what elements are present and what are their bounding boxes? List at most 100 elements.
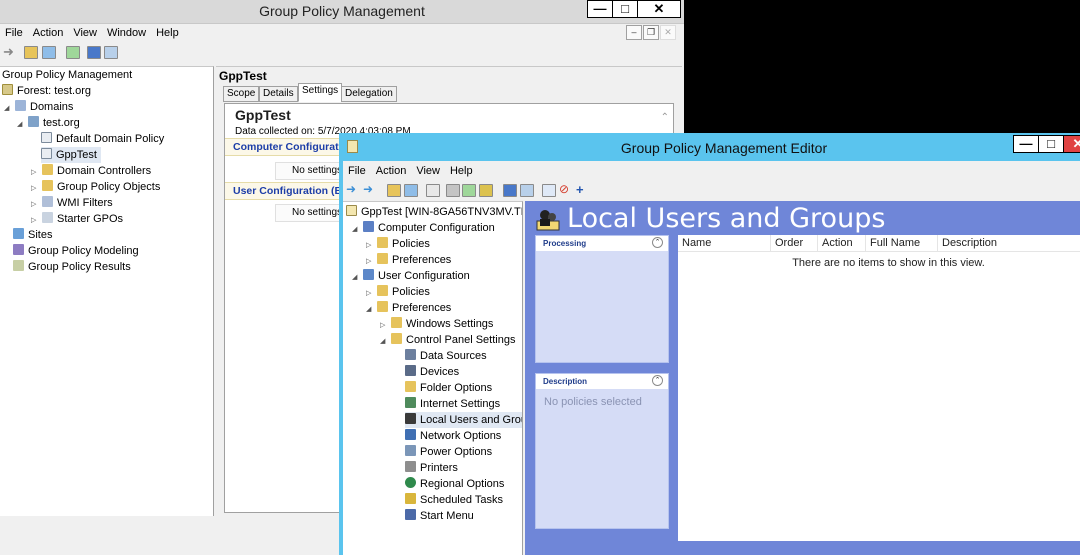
expanded-arrow-icon[interactable]: ◢ xyxy=(4,101,12,117)
print-icon[interactable] xyxy=(446,184,460,197)
tab-delegation[interactable]: Delegation xyxy=(341,86,397,102)
add-icon[interactable]: + xyxy=(576,183,590,197)
menu-help[interactable]: Help xyxy=(151,25,184,39)
refresh-icon[interactable] xyxy=(66,46,80,59)
tree-item-domains[interactable]: ◢ Domains xyxy=(4,99,73,115)
tab-scope[interactable]: Scope xyxy=(223,86,260,102)
close-icon: ✕ xyxy=(1072,136,1080,151)
tree-item-domain[interactable]: ◢ test.org xyxy=(17,115,80,131)
expanded-arrow-icon[interactable]: ◢ xyxy=(352,270,360,286)
back-arrow-icon[interactable]: ➜ xyxy=(346,183,360,197)
tree-item-uc-preferences[interactable]: ◢ Preferences xyxy=(366,300,451,316)
tree-item-user-config[interactable]: ◢ User Configuration xyxy=(352,268,470,284)
menu-action[interactable]: Action xyxy=(371,163,412,177)
tree-item-power-options[interactable]: Power Options xyxy=(405,444,492,460)
tree-item-internet-settings[interactable]: Internet Settings xyxy=(405,396,500,412)
back-arrow-icon[interactable]: ➜ xyxy=(3,45,17,59)
tree-item-computer-config[interactable]: ◢ Computer Configuration xyxy=(352,220,495,236)
editor-minimize-button[interactable]: — xyxy=(1013,135,1039,153)
tree-item-devices[interactable]: Devices xyxy=(405,364,459,380)
properties-icon[interactable] xyxy=(104,46,118,59)
gpm-titlebar[interactable]: Group Policy Management — □ ✕ xyxy=(0,0,684,24)
expanded-arrow-icon[interactable]: ◢ xyxy=(380,334,388,350)
column-order[interactable]: Order xyxy=(771,235,818,252)
tab-settings[interactable]: Settings xyxy=(298,83,343,102)
menu-action[interactable]: Action xyxy=(28,25,69,39)
tree-item-gpptest[interactable]: GppTest xyxy=(41,147,101,163)
tree-label: Group Policy Management xyxy=(2,69,133,81)
tree-item-control-panel[interactable]: ◢ Control Panel Settings xyxy=(380,332,515,348)
minimize-button[interactable]: — xyxy=(587,0,613,18)
tree-item-results[interactable]: Group Policy Results xyxy=(13,259,131,275)
forward-arrow-icon[interactable]: ➜ xyxy=(363,183,377,197)
expanded-arrow-icon[interactable]: ◢ xyxy=(352,222,360,238)
collapse-icon[interactable]: ⌃ xyxy=(652,375,663,386)
show-hide-tree-icon[interactable] xyxy=(404,184,418,197)
tree-item-printers[interactable]: Printers xyxy=(405,460,458,476)
description-panel-header[interactable]: Description ⌃ xyxy=(536,374,668,389)
mdi-close-button[interactable]: ✕ xyxy=(660,25,676,40)
tree-item-uc-policies[interactable]: ▷ Policies xyxy=(366,284,430,300)
filter-icon[interactable] xyxy=(542,184,556,197)
expanded-arrow-icon[interactable]: ◢ xyxy=(366,302,374,318)
menu-file[interactable]: File xyxy=(0,25,28,39)
tree-item-starter[interactable]: ▷ Starter GPOs xyxy=(31,211,123,227)
tree-item-start-menu[interactable]: Start Menu xyxy=(405,508,474,524)
column-description[interactable]: Description xyxy=(938,235,1080,252)
menu-file[interactable]: File xyxy=(343,163,371,177)
editor-close-button[interactable]: ✕ xyxy=(1063,135,1080,153)
tree-item-windows-settings[interactable]: ▷ Windows Settings xyxy=(380,316,493,332)
tree-item-cc-policies[interactable]: ▷ Policies xyxy=(366,236,430,252)
tree-item-default-domain-policy[interactable]: Default Domain Policy xyxy=(41,131,164,147)
tree-item-network-options[interactable]: Network Options xyxy=(405,428,501,444)
column-action[interactable]: Action xyxy=(818,235,866,252)
show-hide-tree-icon[interactable] xyxy=(42,46,56,59)
column-name[interactable]: Name xyxy=(678,235,771,252)
help-icon[interactable] xyxy=(503,184,517,197)
ou-folder-icon xyxy=(42,164,53,175)
editor-maximize-button[interactable]: □ xyxy=(1038,135,1064,153)
menu-view[interactable]: View xyxy=(411,163,445,177)
tab-details[interactable]: Details xyxy=(259,86,298,102)
description-label: Description xyxy=(543,377,588,386)
scroll-up-icon[interactable]: ⌃ xyxy=(661,112,669,123)
gpme-titlebar[interactable]: Group Policy Management Editor — □ ✕ xyxy=(339,133,1080,161)
properties-icon[interactable] xyxy=(426,184,440,197)
tree-item-regional-options[interactable]: Regional Options xyxy=(405,476,504,492)
folder-icon xyxy=(377,253,388,264)
gpm-tree: Group Policy Management Forest: test.org… xyxy=(0,66,214,516)
expanded-arrow-icon[interactable]: ◢ xyxy=(17,117,25,133)
menu-window[interactable]: Window xyxy=(102,25,151,39)
tree-label: test.org xyxy=(43,117,80,129)
tree-item-wmi[interactable]: ▷ WMI Filters xyxy=(31,195,113,211)
tree-item-scheduled-tasks[interactable]: Scheduled Tasks xyxy=(405,492,503,508)
close-button[interactable]: ✕ xyxy=(637,0,681,18)
mdi-minimize-button[interactable]: – xyxy=(626,25,642,40)
up-folder-icon[interactable] xyxy=(387,184,401,197)
tree-item-data-sources[interactable]: Data Sources xyxy=(405,348,487,364)
view-icon[interactable] xyxy=(520,184,534,197)
processing-panel-header[interactable]: Processing ⌃ xyxy=(536,236,668,251)
maximize-button[interactable]: □ xyxy=(612,0,638,18)
tree-item-domain-controllers[interactable]: ▷ Domain Controllers xyxy=(31,163,151,179)
menu-view[interactable]: View xyxy=(68,25,102,39)
tree-item-cc-preferences[interactable]: ▷ Preferences xyxy=(366,252,451,268)
tree-item-policy-root[interactable]: GppTest [WIN-8GA56TNV3MV.TEST.ORG] Polic… xyxy=(346,204,522,220)
mdi-restore-button[interactable]: ❐ xyxy=(643,25,659,40)
tree-item-root[interactable]: Group Policy Management xyxy=(2,67,132,83)
minimize-icon: — xyxy=(593,1,607,16)
help-icon[interactable] xyxy=(87,46,101,59)
tree-item-sites[interactable]: Sites xyxy=(13,227,52,243)
delete-icon[interactable]: ⊘ xyxy=(559,183,573,197)
column-full-name[interactable]: Full Name xyxy=(866,235,938,252)
menu-help[interactable]: Help xyxy=(445,163,478,177)
up-folder-icon[interactable] xyxy=(24,46,38,59)
tree-item-forest[interactable]: Forest: test.org xyxy=(2,83,91,99)
tree-item-local-users-groups[interactable]: Local Users and Groups xyxy=(405,412,522,428)
tree-item-modeling[interactable]: Group Policy Modeling xyxy=(13,243,139,259)
tree-item-folder-options[interactable]: Folder Options xyxy=(405,380,492,396)
export-icon[interactable] xyxy=(479,184,493,197)
refresh-icon[interactable] xyxy=(462,184,476,197)
collapse-icon[interactable]: ⌃ xyxy=(652,237,663,248)
tree-item-gpo[interactable]: ▷ Group Policy Objects xyxy=(31,179,160,195)
